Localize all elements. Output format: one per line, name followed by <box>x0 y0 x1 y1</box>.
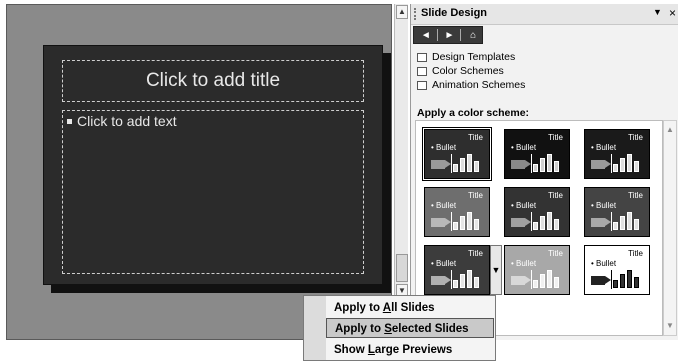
thumb-chart-axis <box>451 212 452 231</box>
thumb-arrow-shape <box>591 218 611 227</box>
animation-schemes-icon <box>417 80 427 90</box>
thumb-bullet: • Bullet <box>431 143 457 152</box>
design-templates-icon <box>417 52 427 62</box>
thumb-arrow-shape <box>431 218 451 227</box>
menu-icon-strip <box>304 296 326 360</box>
title-placeholder[interactable]: Click to add title <box>62 60 364 102</box>
back-icon[interactable]: ◄ <box>417 28 435 42</box>
thumb-chart-bars <box>613 270 643 288</box>
thumb-chart-axis <box>531 212 532 231</box>
forward-icon[interactable]: ► <box>441 28 459 42</box>
thumb-title: Title <box>468 133 483 142</box>
color-schemes-icon <box>417 66 427 76</box>
home-icon[interactable]: ⌂ <box>464 28 482 42</box>
body-placeholder[interactable]: Click to add text <box>62 110 364 274</box>
thumb-title: Title <box>548 249 563 258</box>
task-pane-header: Slide Design ▼ × <box>411 4 678 25</box>
title-placeholder-text: Click to add title <box>145 70 281 91</box>
thumb-chart-axis <box>531 154 532 173</box>
design-templates-link[interactable]: Design Templates <box>417 50 525 64</box>
gallery-scroll-down-icon[interactable]: ▼ <box>666 321 674 330</box>
thumb-arrow-shape <box>511 218 531 227</box>
thumb-bullet: • Bullet <box>511 143 537 152</box>
thumb-arrow-shape <box>591 276 611 285</box>
scheme-context-menu: Apply to All Slides Apply to Selected Sl… <box>303 295 496 361</box>
show-large-previews-item[interactable]: Show Large Previews <box>326 340 494 360</box>
color-scheme-thumbnail[interactable]: Title • Bullet <box>584 187 650 237</box>
thumb-title: Title <box>548 191 563 200</box>
thumb-chart-bars <box>453 270 483 288</box>
body-placeholder-text: Click to add text <box>77 113 177 129</box>
thumb-chart-axis <box>451 154 452 173</box>
thumb-title: Title <box>628 191 643 200</box>
scroll-up-button[interactable]: ▲ <box>396 5 408 19</box>
thumb-chart-bars <box>613 212 643 230</box>
pane-menu-dropdown-icon[interactable]: ▼ <box>653 7 662 17</box>
thumb-title: Title <box>548 133 563 142</box>
color-scheme-thumbnail[interactable]: Title • Bullet <box>584 245 650 295</box>
slide[interactable]: Click to add title Click to add text <box>43 45 383 285</box>
thumb-chart-axis <box>611 154 612 173</box>
thumb-chart-bars <box>453 212 483 230</box>
thumb-bullet: • Bullet <box>591 201 617 210</box>
thumb-chart-bars <box>533 154 563 172</box>
pane-links: Design Templates Color Schemes Animation… <box>417 50 525 92</box>
color-scheme-thumbnail[interactable]: Title • Bullet <box>504 245 570 295</box>
thumb-chart-bars <box>533 270 563 288</box>
color-scheme-thumbnail[interactable]: Title • Bullet <box>424 245 490 295</box>
thumb-arrow-shape <box>431 276 451 285</box>
slide-editing-area[interactable]: Click to add title Click to add text <box>6 4 392 340</box>
color-scheme-thumbnail[interactable]: Title • Bullet <box>584 129 650 179</box>
section-label: Apply a color scheme: <box>417 107 530 119</box>
pane-navigation: ◄ ► ⌂ <box>413 26 483 44</box>
thumb-arrow-shape <box>591 160 611 169</box>
color-schemes-link[interactable]: Color Schemes <box>417 64 525 78</box>
animation-schemes-link[interactable]: Animation Schemes <box>417 78 525 92</box>
bullet-marker <box>67 118 72 124</box>
thumb-bullet: • Bullet <box>591 143 617 152</box>
apply-to-all-slides-item[interactable]: Apply to All Slides <box>326 298 494 318</box>
task-pane-title: Slide Design <box>421 7 488 19</box>
thumb-bullet: • Bullet <box>591 259 617 268</box>
scheme-dropdown-icon[interactable]: ▼ <box>490 245 502 295</box>
slide-scrollbar[interactable]: ▲ ▼ <box>394 4 408 340</box>
color-scheme-thumbnail[interactable]: Title • Bullet <box>422 127 492 181</box>
gallery-scroll-up-icon[interactable]: ▲ <box>666 125 674 134</box>
thumb-chart-axis <box>451 270 452 289</box>
grip-handle[interactable] <box>414 8 418 20</box>
thumb-title: Title <box>468 191 483 200</box>
color-scheme-thumbnail[interactable]: Title • Bullet <box>504 129 570 179</box>
color-scheme-thumbnail[interactable]: Title • Bullet <box>424 187 490 237</box>
thumb-chart-bars <box>533 212 563 230</box>
thumb-bullet: • Bullet <box>511 201 537 210</box>
apply-to-selected-slides-item[interactable]: Apply to Selected Slides <box>326 318 494 338</box>
thumb-chart-bars <box>613 154 643 172</box>
thumb-title: Title <box>628 249 643 258</box>
thumb-title: Title <box>468 249 483 258</box>
thumb-arrow-shape <box>431 160 451 169</box>
thumb-chart-axis <box>611 212 612 231</box>
scroll-thumb[interactable] <box>396 254 408 282</box>
close-icon[interactable]: × <box>669 6 676 20</box>
thumb-chart-axis <box>531 270 532 289</box>
color-scheme-thumbnail[interactable]: Title • Bullet <box>504 187 570 237</box>
thumb-arrow-shape <box>511 160 531 169</box>
gallery-scrollbar[interactable]: ▲ ▼ <box>663 120 677 336</box>
task-pane: Slide Design ▼ × ◄ ► ⌂ Design Templates … <box>410 4 678 340</box>
thumb-bullet: • Bullet <box>431 259 457 268</box>
thumb-bullet: • Bullet <box>511 259 537 268</box>
thumb-title: Title <box>628 133 643 142</box>
thumb-chart-axis <box>611 270 612 289</box>
thumb-arrow-shape <box>511 276 531 285</box>
thumb-bullet: • Bullet <box>431 201 457 210</box>
thumb-chart-bars <box>453 154 483 172</box>
